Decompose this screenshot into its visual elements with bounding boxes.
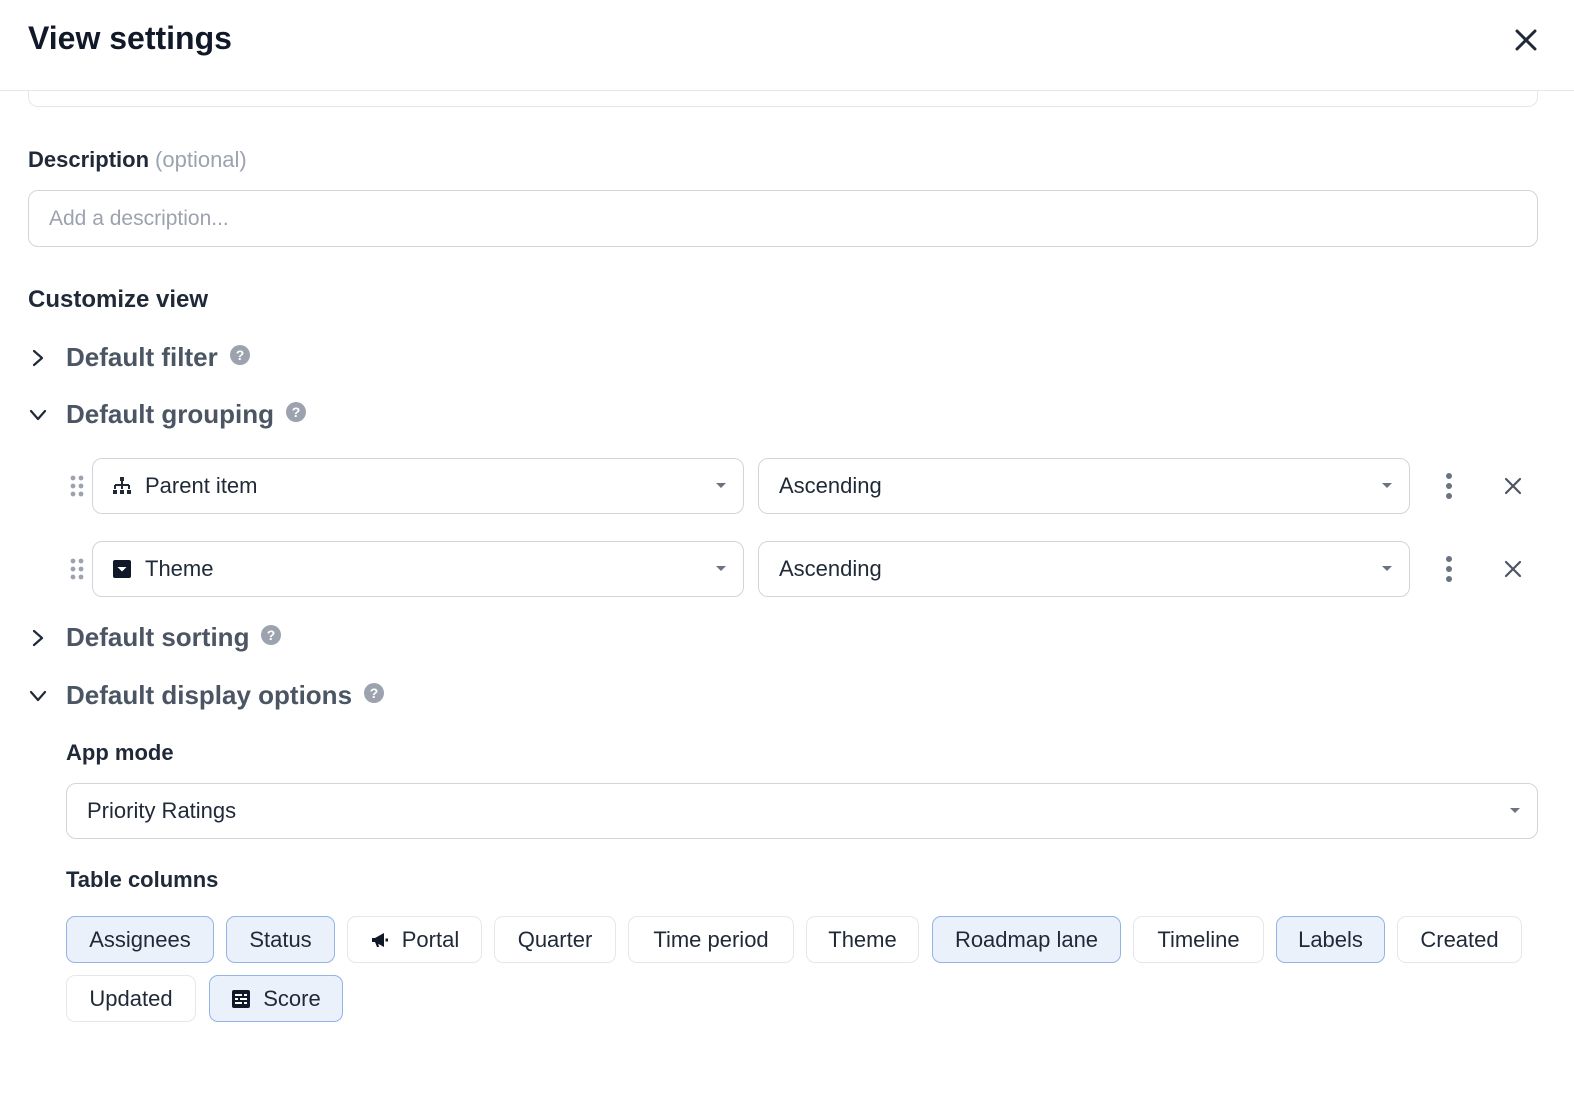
grouping-order-select[interactable]: Ascending	[758, 458, 1410, 514]
description-input[interactable]	[47, 205, 1537, 232]
remove-grouping-icon[interactable]	[1504, 560, 1522, 578]
default-sorting-toggle[interactable]: Default sorting ?	[28, 622, 282, 653]
grouping-field-value: Parent item	[145, 473, 258, 498]
grouping-field-value: Theme	[145, 556, 214, 581]
app-mode-value: Priority Ratings	[87, 798, 237, 823]
column-chip-roadmap-lane[interactable]: Roadmap lane	[932, 916, 1121, 963]
caret-down-icon	[716, 566, 726, 571]
default-display-options-label: Default display options	[66, 680, 353, 710]
svg-text:?: ?	[235, 347, 244, 363]
chip-label: Quarter	[517, 926, 593, 952]
svg-text:?: ?	[370, 685, 379, 701]
default-grouping-toggle[interactable]: Default grouping ?	[28, 399, 306, 430]
grouping-order-value: Ascending	[779, 556, 882, 581]
default-grouping-label: Default grouping	[66, 399, 274, 429]
dialog-header: View settings	[0, 0, 1574, 91]
help-icon[interactable]: ?	[261, 624, 282, 645]
column-chip-labels[interactable]: Labels	[1276, 916, 1385, 963]
close-icon[interactable]	[1510, 24, 1542, 56]
chevron-down-icon	[29, 690, 47, 701]
chevron-down-icon	[29, 409, 47, 420]
chevron-right-icon	[32, 629, 44, 646]
column-chip-score[interactable]: Score	[209, 975, 343, 1022]
column-chip-created[interactable]: Created	[1397, 916, 1522, 963]
dialog-title: View settings	[28, 20, 232, 56]
chip-label: Status	[249, 926, 312, 952]
chip-label: Updated	[89, 985, 173, 1011]
svg-text:?: ?	[267, 627, 276, 643]
svg-text:?: ?	[292, 404, 301, 420]
description-field[interactable]	[28, 190, 1538, 247]
help-icon[interactable]: ?	[285, 401, 306, 422]
chip-label: Portal	[401, 926, 460, 952]
caret-down-icon	[1510, 808, 1520, 813]
column-chip-updated[interactable]: Updated	[66, 975, 196, 1022]
grouping-order-value: Ascending	[779, 473, 882, 498]
caret-down-icon	[1382, 566, 1392, 571]
table-columns-label: Table columns	[66, 867, 219, 892]
optional-hint: (optional)	[155, 147, 247, 172]
column-chip-time-period[interactable]: Time period	[628, 916, 794, 963]
more-options-icon[interactable]	[1445, 555, 1453, 583]
drag-handle-icon[interactable]	[69, 474, 85, 498]
hierarchy-icon	[113, 477, 131, 494]
caret-down-icon	[1382, 483, 1392, 488]
default-sorting-label: Default sorting	[66, 622, 250, 652]
help-icon[interactable]: ?	[364, 682, 385, 703]
chip-label: Theme	[828, 926, 897, 952]
column-chip-quarter[interactable]: Quarter	[494, 916, 616, 963]
caret-down-icon	[716, 483, 726, 488]
column-chip-portal[interactable]: Portal	[347, 916, 482, 963]
default-filter-toggle[interactable]: Default filter ?	[28, 342, 250, 373]
megaphone-icon	[371, 932, 388, 947]
chevron-right-icon	[32, 349, 44, 366]
grouping-field-select[interactable]: Parent item	[92, 458, 744, 514]
dropdown-field-icon	[113, 560, 131, 578]
chip-label: Assignees	[89, 926, 191, 952]
chip-label: Timeline	[1157, 926, 1240, 952]
chip-label: Labels	[1298, 926, 1363, 952]
more-options-icon[interactable]	[1445, 472, 1453, 500]
grouping-order-select[interactable]: Ascending	[758, 541, 1410, 597]
remove-grouping-icon[interactable]	[1504, 477, 1522, 495]
chip-label: Time period	[653, 926, 769, 952]
drag-handle-icon[interactable]	[69, 557, 85, 581]
app-mode-label: App mode	[66, 740, 174, 765]
grouping-field-select[interactable]: Theme	[92, 541, 744, 597]
column-chip-assignees[interactable]: Assignees	[66, 916, 214, 963]
column-chip-status[interactable]: Status	[226, 916, 335, 963]
customize-view-title: Customize view	[28, 286, 209, 313]
default-filter-label: Default filter	[66, 342, 218, 372]
default-display-options-toggle[interactable]: Default display options ?	[28, 680, 385, 711]
chip-label: Created	[1420, 926, 1499, 952]
app-mode-select[interactable]: Priority Ratings	[66, 783, 1538, 839]
score-field-icon	[232, 989, 251, 1008]
help-icon[interactable]: ?	[229, 344, 250, 365]
column-chip-timeline[interactable]: Timeline	[1133, 916, 1264, 963]
chip-label: Score	[263, 985, 321, 1011]
column-chip-theme[interactable]: Theme	[806, 916, 919, 963]
chip-label: Roadmap lane	[954, 926, 1099, 952]
description-label: Description (optional)	[28, 147, 247, 172]
